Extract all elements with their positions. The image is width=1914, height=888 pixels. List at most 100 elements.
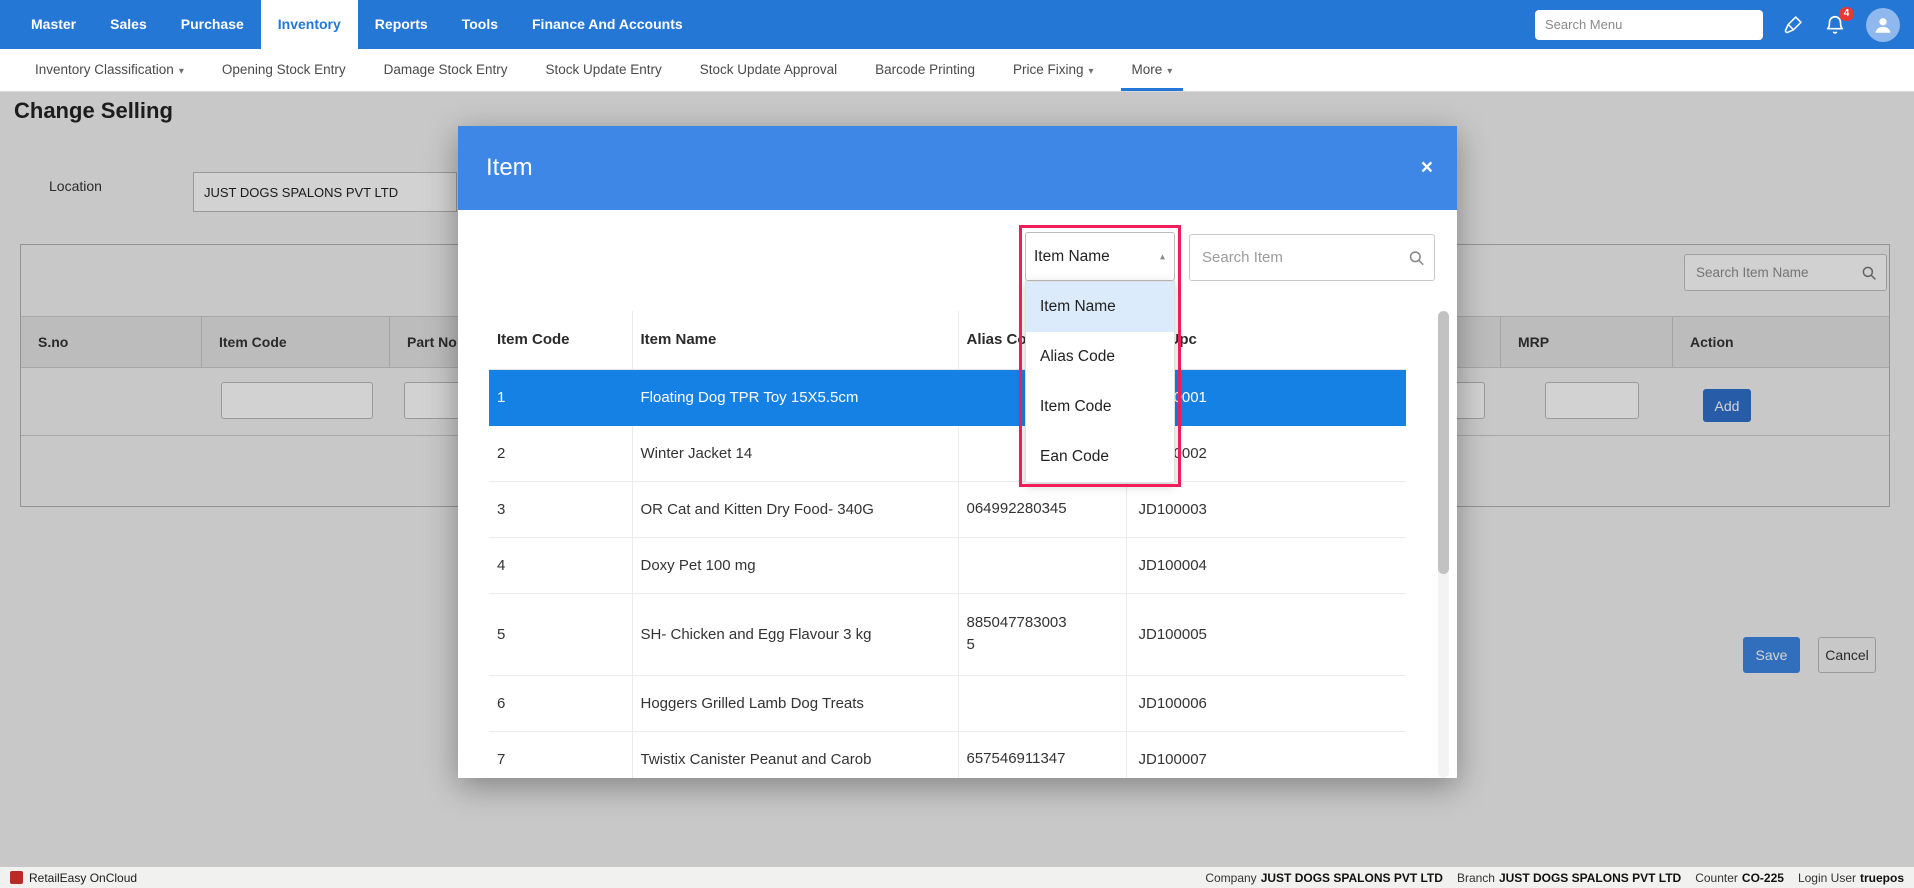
cell-sno: 7 bbox=[489, 731, 632, 778]
nav-finance-and-accounts[interactable]: Finance And Accounts bbox=[515, 0, 700, 49]
app-name: RetailEasy OnCloud bbox=[29, 871, 137, 885]
cell-item-name: Floating Dog TPR Toy 15X5.5cm bbox=[632, 369, 958, 425]
option-item-name[interactable]: Item Name bbox=[1026, 282, 1174, 332]
status-bar: RetailEasy OnCloud Company JUST DOGS SPA… bbox=[0, 866, 1914, 888]
status-bar-left: RetailEasy OnCloud bbox=[10, 871, 137, 885]
company-label: Company bbox=[1205, 871, 1256, 885]
menu-price-fixing[interactable]: Price Fixing ▾ bbox=[994, 49, 1113, 91]
company-value: JUST DOGS SPALONS PVT LTD bbox=[1261, 871, 1443, 885]
app-window: Master Sales Purchase Inventory Reports … bbox=[0, 0, 1914, 888]
menu-damage-stock-entry[interactable]: Damage Stock Entry bbox=[365, 49, 527, 91]
cell-upc: JD100003 bbox=[1126, 481, 1406, 537]
option-item-code[interactable]: Item Code bbox=[1026, 382, 1174, 432]
cell-alias-code: 064992280345 bbox=[967, 498, 1072, 520]
table-row[interactable]: 2 Winter Jacket 14 JD100002 bbox=[489, 425, 1406, 481]
nav-master[interactable]: Master bbox=[14, 0, 93, 49]
menu-label: Barcode Printing bbox=[875, 62, 975, 77]
close-icon[interactable]: × bbox=[1421, 126, 1433, 210]
cell-sno: 4 bbox=[489, 537, 632, 593]
inventory-submenu: Inventory Classification ▾ Opening Stock … bbox=[0, 49, 1914, 92]
navbar-right-cluster: 4 bbox=[1535, 8, 1900, 42]
menu-label: Stock Update Entry bbox=[545, 62, 661, 77]
counter-label: Counter bbox=[1695, 871, 1738, 885]
table-row[interactable]: 7 Twistix Canister Peanut and Carob 6575… bbox=[489, 731, 1406, 778]
menu-stock-update-approval[interactable]: Stock Update Approval bbox=[681, 49, 856, 91]
status-bar-right: Company JUST DOGS SPALONS PVT LTD Branch… bbox=[1191, 871, 1904, 885]
cell-alias-code: 657546911347 bbox=[967, 748, 1072, 770]
item-table-header-row: Item Code Item Name Alias Code Upc bbox=[489, 311, 1406, 369]
menu-more[interactable]: More ▾ bbox=[1113, 49, 1192, 91]
top-navbar: Master Sales Purchase Inventory Reports … bbox=[0, 0, 1914, 49]
menu-label: Opening Stock Entry bbox=[222, 62, 346, 77]
option-alias-code[interactable]: Alias Code bbox=[1026, 332, 1174, 382]
table-row[interactable]: 4 Doxy Pet 100 mg JD100004 bbox=[489, 537, 1406, 593]
notification-badge: 4 bbox=[1839, 7, 1854, 21]
cell-upc: JD100005 bbox=[1126, 593, 1406, 675]
scrollbar-thumb[interactable] bbox=[1438, 311, 1449, 574]
main-menu: Master Sales Purchase Inventory Reports … bbox=[14, 0, 700, 49]
modal-header: Item × bbox=[458, 126, 1457, 210]
col-item-name-header: Item Name bbox=[632, 311, 958, 369]
table-row[interactable]: 1 Floating Dog TPR Toy 15X5.5cm JD100001 bbox=[489, 369, 1406, 425]
user-avatar[interactable] bbox=[1866, 8, 1900, 42]
menu-barcode-printing[interactable]: Barcode Printing bbox=[856, 49, 994, 91]
cell-item-name: Winter Jacket 14 bbox=[632, 425, 958, 481]
col-item-code-header: Item Code bbox=[489, 311, 632, 369]
search-type-select[interactable]: Item Name ▴ bbox=[1025, 232, 1175, 281]
search-menu-input[interactable] bbox=[1535, 10, 1763, 40]
notifications-button[interactable]: 4 bbox=[1824, 14, 1846, 36]
cell-alias-code: 8850477830035 bbox=[967, 612, 1072, 656]
menu-label: Stock Update Approval bbox=[700, 62, 837, 77]
chevron-up-icon: ▴ bbox=[1160, 251, 1165, 262]
cell-upc: JD100007 bbox=[1126, 731, 1406, 778]
cell-upc: JD100004 bbox=[1126, 537, 1406, 593]
cell-item-name: Hoggers Grilled Lamb Dog Treats bbox=[632, 675, 958, 731]
nav-reports[interactable]: Reports bbox=[358, 0, 445, 49]
modal-title: Item bbox=[486, 126, 533, 210]
cell-item-name: Doxy Pet 100 mg bbox=[632, 537, 958, 593]
cell-sno: 5 bbox=[489, 593, 632, 675]
menu-label: Price Fixing bbox=[1013, 62, 1084, 77]
table-row[interactable]: 6 Hoggers Grilled Lamb Dog Treats JD1000… bbox=[489, 675, 1406, 731]
cell-item-name: OR Cat and Kitten Dry Food- 340G bbox=[632, 481, 958, 537]
search-type-selected-value: Item Name bbox=[1034, 248, 1110, 266]
item-table: Item Code Item Name Alias Code Upc 1 Flo… bbox=[489, 311, 1406, 778]
nav-purchase[interactable]: Purchase bbox=[164, 0, 261, 49]
user-icon bbox=[1872, 14, 1894, 36]
modal-scrollbar[interactable] bbox=[1438, 311, 1449, 778]
login-user-label: Login User bbox=[1798, 871, 1856, 885]
theme-brush-icon[interactable] bbox=[1783, 14, 1804, 35]
branch-label: Branch bbox=[1457, 871, 1495, 885]
nav-tools[interactable]: Tools bbox=[445, 0, 515, 49]
branch-value: JUST DOGS SPALONS PVT LTD bbox=[1499, 871, 1681, 885]
app-logo-icon bbox=[10, 871, 23, 884]
menu-stock-update-entry[interactable]: Stock Update Entry bbox=[526, 49, 680, 91]
nav-sales[interactable]: Sales bbox=[93, 0, 164, 49]
menu-opening-stock-entry[interactable]: Opening Stock Entry bbox=[203, 49, 365, 91]
search-item-box bbox=[1189, 234, 1435, 281]
counter-value: CO-225 bbox=[1742, 871, 1784, 885]
menu-label: More bbox=[1132, 62, 1163, 77]
cell-sno: 2 bbox=[489, 425, 632, 481]
search-type-dropdown: Item Name Alias Code Item Code Ean Code bbox=[1025, 281, 1175, 483]
chevron-down-icon: ▾ bbox=[1088, 66, 1093, 77]
item-modal: Item × Item Code Item Name Alias Code Up… bbox=[458, 126, 1457, 778]
cell-upc: JD100006 bbox=[1126, 675, 1406, 731]
cell-sno: 3 bbox=[489, 481, 632, 537]
search-item-input[interactable] bbox=[1189, 234, 1435, 281]
option-ean-code[interactable]: Ean Code bbox=[1026, 432, 1174, 482]
chevron-down-icon: ▾ bbox=[1167, 66, 1172, 77]
cell-sno: 6 bbox=[489, 675, 632, 731]
table-row[interactable]: 3 OR Cat and Kitten Dry Food- 340G 06499… bbox=[489, 481, 1406, 537]
menu-inventory-classification[interactable]: Inventory Classification ▾ bbox=[16, 49, 203, 91]
login-user-value: truepos bbox=[1860, 871, 1904, 885]
menu-label: Damage Stock Entry bbox=[384, 62, 508, 77]
nav-inventory[interactable]: Inventory bbox=[261, 0, 358, 49]
cell-item-name: Twistix Canister Peanut and Carob bbox=[632, 731, 958, 778]
cell-item-name: SH- Chicken and Egg Flavour 3 kg bbox=[632, 593, 958, 675]
menu-label: Inventory Classification bbox=[35, 62, 174, 77]
search-icon bbox=[1407, 248, 1426, 267]
cell-sno: 1 bbox=[489, 369, 632, 425]
chevron-down-icon: ▾ bbox=[179, 66, 184, 77]
table-row[interactable]: 5 SH- Chicken and Egg Flavour 3 kg 88504… bbox=[489, 593, 1406, 675]
